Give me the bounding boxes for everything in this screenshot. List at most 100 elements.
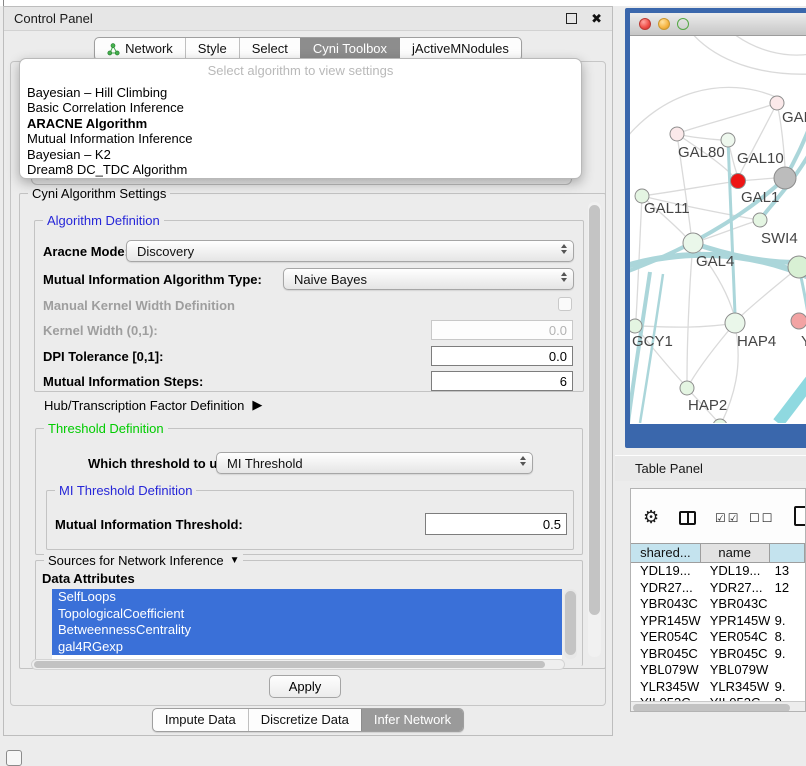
- hub-tf-definition-toggle[interactable]: Hub/Transcription Factor Definition ▶: [44, 397, 262, 413]
- cell: YBL079W: [631, 662, 701, 679]
- settings-vertical-scrollbar[interactable]: [588, 202, 601, 657]
- table-row[interactable]: YDL19... YDL19... 13: [631, 563, 805, 580]
- mi-threshold-field[interactable]: [425, 513, 567, 535]
- tab-discretize-data[interactable]: Discretize Data: [248, 709, 361, 731]
- dpi-tolerance-label: DPI Tolerance [0,1]:: [43, 349, 163, 364]
- node-gal80[interactable]: [670, 127, 684, 141]
- cell: 13: [770, 563, 805, 580]
- algorithm-definition-group: Algorithm Definition Aracne Mode: Discov…: [34, 220, 584, 392]
- function-builder-icon[interactable]: [794, 506, 806, 526]
- mi-steps-field[interactable]: [431, 371, 573, 391]
- deselect-all-checkboxes-icon[interactable]: ☐☐: [749, 512, 775, 524]
- column-header-name[interactable]: name: [701, 544, 770, 562]
- tab-style[interactable]: Style: [185, 38, 239, 60]
- table-row[interactable]: YBL079W YBL079W: [631, 662, 805, 679]
- manual-kernel-checkbox[interactable]: [558, 297, 572, 311]
- mi-type-label: Mutual Information Algorithm Type:: [43, 272, 262, 287]
- node-gray[interactable]: [774, 167, 796, 189]
- zoom-traffic-light[interactable]: [677, 18, 689, 30]
- select-all-checkboxes-icon[interactable]: ☑☑: [715, 512, 741, 524]
- threshold-definition-group: Threshold Definition Which threshold to …: [35, 428, 583, 555]
- apply-button[interactable]: Apply: [269, 675, 341, 698]
- column-header-clipped[interactable]: [770, 544, 805, 562]
- attribute-item-selected[interactable]: TopologicalCoefficient: [52, 606, 562, 623]
- float-window-icon[interactable]: [566, 13, 577, 24]
- which-threshold-combobox[interactable]: MI Threshold: [216, 452, 533, 474]
- dropdown-item[interactable]: Bayesian – K2: [20, 147, 581, 162]
- settings-horizontal-scrollbar[interactable]: [31, 659, 565, 670]
- attribute-item-selected[interactable]: gal4RGexp: [52, 639, 562, 656]
- tab-infer-network[interactable]: Infer Network: [361, 709, 463, 731]
- node-swi4[interactable]: [753, 213, 767, 227]
- tab-network[interactable]: Network: [95, 38, 185, 60]
- tab-cyni-toolbox[interactable]: Cyni Toolbox: [300, 38, 399, 60]
- network-window-titlebar[interactable]: [630, 13, 806, 36]
- minimized-panel-icon[interactable]: [6, 750, 22, 766]
- scrollbar-thumb[interactable]: [565, 591, 576, 655]
- cell: 8.: [770, 629, 805, 646]
- node[interactable]: [788, 256, 806, 278]
- tab-style-label: Style: [198, 38, 227, 60]
- cell: YLR345W: [631, 679, 701, 696]
- sources-group-title-row[interactable]: Sources for Network Inference ▼: [44, 553, 243, 568]
- close-icon[interactable]: ✖: [591, 12, 602, 25]
- algorithm-definition-title: Algorithm Definition: [43, 213, 164, 228]
- dropdown-item[interactable]: Mutual Information Inference: [20, 131, 581, 146]
- column-layout-icon[interactable]: [679, 511, 696, 525]
- cell: YPR145W: [701, 613, 770, 630]
- tab-jactivemnodules[interactable]: jActiveMNodules: [399, 38, 521, 60]
- table-row[interactable]: YER054C YER054C 8.: [631, 629, 805, 646]
- minimize-traffic-light[interactable]: [658, 18, 670, 30]
- scrollbar-thumb[interactable]: [34, 661, 545, 668]
- tab-select[interactable]: Select: [239, 38, 300, 60]
- cyni-algorithm-settings-group: Cyni Algorithm Settings Algorithm Defini…: [19, 193, 606, 669]
- table-row[interactable]: YBR043C YBR043C: [631, 596, 805, 613]
- tab-network-label: Network: [125, 38, 173, 60]
- tab-impute-data[interactable]: Impute Data: [153, 709, 248, 731]
- node[interactable]: [770, 96, 784, 110]
- aracne-mode-combobox[interactable]: Discovery: [126, 240, 574, 262]
- dropdown-item[interactable]: Bayesian – Hill Climbing: [20, 85, 581, 100]
- node-gcy1[interactable]: [630, 319, 642, 333]
- node-label: Y: [801, 333, 806, 350]
- kernel-width-label: Kernel Width (0,1):: [43, 323, 158, 338]
- table-header-row: shared... name: [631, 543, 805, 563]
- node-gal1[interactable]: [731, 174, 746, 189]
- aracne-mode-label: Aracne Mode:: [43, 244, 129, 259]
- dropdown-item[interactable]: Dream8 DC_TDC Algorithm: [20, 162, 581, 177]
- node-label: GAL10: [737, 150, 784, 167]
- algorithm-dropdown-list: Select algorithm to view settings Bayesi…: [19, 58, 582, 179]
- dropdown-item[interactable]: Basic Correlation Inference: [20, 100, 581, 115]
- node-label: GAL4: [696, 253, 734, 270]
- dpi-tolerance-field[interactable]: [431, 346, 573, 366]
- table-toolbar: ⚙ ☑☑ ☐☐: [631, 489, 805, 543]
- cell: 9.: [770, 679, 805, 696]
- table-row[interactable]: YLR345W YLR345W 9.: [631, 679, 805, 696]
- kernel-width-field[interactable]: [431, 320, 573, 340]
- node-hap2[interactable]: [680, 381, 694, 395]
- network-canvas[interactable]: GAL GAL80 GAL10 GAL1 GAL11 SWI4 GAL4 GCY…: [630, 36, 806, 423]
- scrollbar-thumb[interactable]: [633, 704, 790, 712]
- table-row[interactable]: YBR045C YBR045C 9.: [631, 646, 805, 663]
- cell: 9.: [770, 613, 805, 630]
- attribute-item-selected[interactable]: BetweennessCentrality: [52, 622, 562, 639]
- node-label: HAP2: [688, 397, 727, 414]
- node[interactable]: [791, 313, 806, 329]
- scrollbar-thumb[interactable]: [589, 205, 600, 615]
- attribute-item-selected[interactable]: SelfLoops: [52, 589, 562, 606]
- table-horizontal-scrollbar[interactable]: [631, 701, 805, 712]
- column-header-shared-name[interactable]: shared...: [631, 544, 701, 562]
- table-row[interactable]: YPR145W YPR145W 9.: [631, 613, 805, 630]
- attributes-vertical-scrollbar[interactable]: [564, 589, 577, 659]
- mi-type-combobox[interactable]: Naive Bayes: [283, 268, 574, 290]
- network-view-window[interactable]: GAL GAL80 GAL10 GAL1 GAL11 SWI4 GAL4 GCY…: [625, 8, 806, 448]
- table-row[interactable]: YDR27... YDR27... 12: [631, 580, 805, 597]
- node-label: GCY1: [632, 333, 673, 350]
- gear-icon[interactable]: ⚙: [643, 508, 659, 526]
- dropdown-item-selected[interactable]: ARACNE Algorithm: [20, 116, 581, 131]
- dropdown-prompt: Select algorithm to view settings: [20, 62, 581, 79]
- node-hap4[interactable]: [725, 313, 745, 333]
- node-gal4[interactable]: [683, 233, 703, 253]
- close-traffic-light[interactable]: [639, 18, 651, 30]
- data-attributes-list: SelfLoops TopologicalCoefficient Between…: [52, 589, 562, 659]
